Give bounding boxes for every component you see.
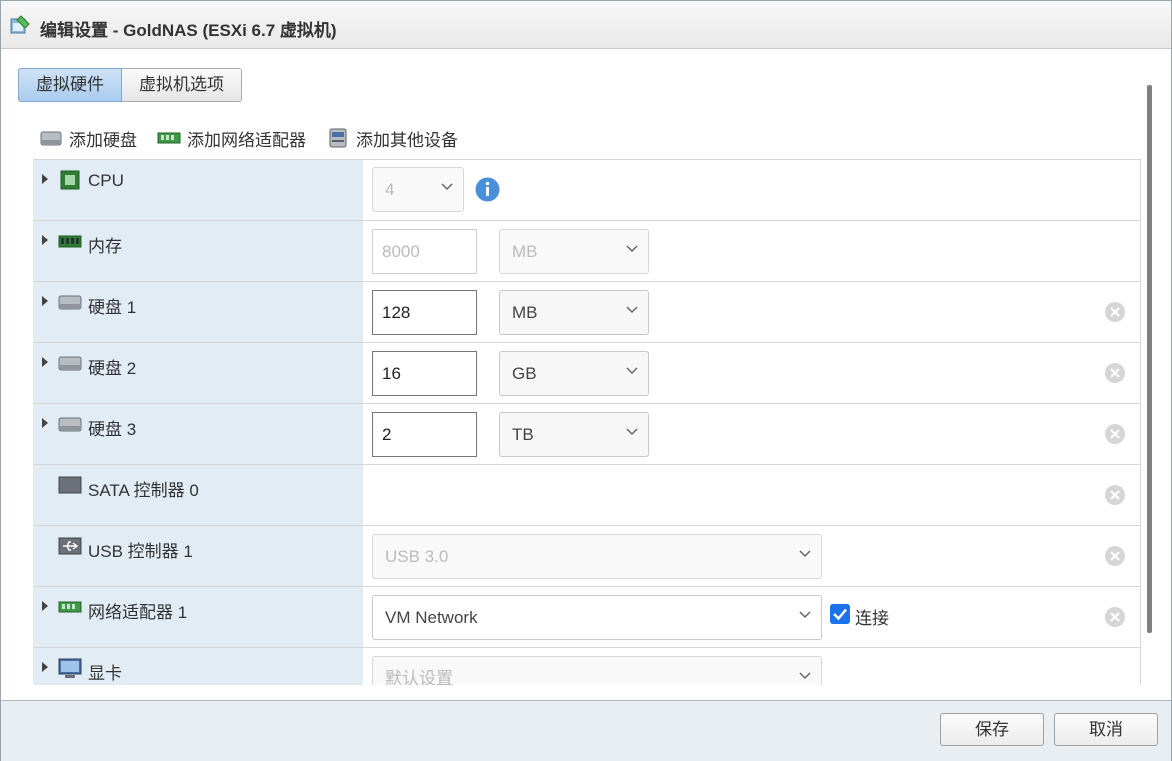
display-icon (58, 658, 82, 678)
device-row-harddisk-2: 硬盘 2 16 GB (33, 343, 1141, 404)
device-label: 硬盘 1 (88, 298, 137, 317)
expand-caret-icon[interactable] (42, 296, 48, 306)
connect-label: 连接 (855, 609, 889, 628)
device-row-usb-controller: USB 控制器 1 USB 3.0 (33, 526, 1141, 587)
info-icon[interactable] (475, 177, 500, 202)
add-network-adapter-label: 添加网络适配器 (187, 130, 306, 150)
device-label: 硬盘 3 (88, 420, 137, 439)
device-row-cpu: CPU 4 (33, 160, 1141, 221)
chevron-down-icon (441, 183, 453, 191)
chevron-down-icon (626, 367, 638, 375)
harddisk-3-unit-select[interactable]: TB (499, 412, 649, 457)
remove-device-icon[interactable] (1104, 484, 1126, 506)
sata-icon (58, 476, 82, 494)
other-device-icon (329, 128, 347, 148)
memory-size-input[interactable]: 8000 (372, 229, 477, 274)
harddisk-icon (58, 356, 82, 371)
add-other-device-label: 添加其他设备 (356, 130, 458, 150)
harddisk-3-size-input[interactable]: 2 (372, 412, 477, 457)
add-network-adapter-button[interactable]: 添加网络适配器 (157, 125, 306, 151)
network-adapter-icon (58, 601, 82, 613)
cpu-icon (60, 170, 80, 190)
chevron-down-icon (626, 245, 638, 253)
expand-caret-icon[interactable] (42, 235, 48, 245)
device-label: USB 控制器 1 (88, 542, 193, 561)
cpu-count-select[interactable]: 4 (372, 167, 464, 212)
memory-unit-select[interactable]: MB (499, 229, 649, 274)
add-harddisk-button[interactable]: 添加硬盘 (39, 125, 137, 151)
expand-caret-icon[interactable] (42, 601, 48, 611)
network-adapter-icon (157, 132, 181, 144)
harddisk-icon (58, 295, 82, 310)
harddisk-1-unit-select[interactable]: MB (499, 290, 649, 335)
network-select[interactable]: VM Network (372, 595, 822, 640)
remove-device-icon[interactable] (1104, 301, 1126, 323)
add-other-device-button[interactable]: 添加其他设备 (326, 125, 458, 151)
device-label: 显卡 (88, 664, 122, 683)
tab-bar: 虚拟硬件 虚拟机选项 (18, 68, 242, 102)
display-settings-select[interactable]: 默认设置 (372, 656, 822, 685)
chevron-down-icon (626, 428, 638, 436)
dialog-title: 编辑设置 - GoldNAS (ESXi 6.7 虚拟机) (40, 21, 337, 40)
chevron-down-icon (626, 306, 638, 314)
connect-checkbox[interactable] (830, 604, 850, 624)
remove-device-icon[interactable] (1104, 362, 1126, 384)
cancel-button[interactable]: 取消 (1054, 713, 1158, 746)
chevron-down-icon (799, 550, 811, 558)
harddisk-icon (40, 131, 62, 146)
tab-vm-options[interactable]: 虚拟机选项 (122, 68, 242, 102)
harddisk-2-size-input[interactable]: 16 (372, 351, 477, 396)
memory-icon (58, 235, 82, 248)
dialog-footer: 保存 取消 (1, 700, 1171, 761)
usb-icon (58, 537, 82, 555)
device-row-network-adapter: 网络适配器 1 VM Network 连接 (33, 587, 1141, 648)
remove-device-icon[interactable] (1104, 423, 1126, 445)
expand-caret-icon[interactable] (42, 662, 48, 672)
vm-edit-icon (10, 15, 30, 34)
chevron-down-icon (799, 611, 811, 619)
device-label: 内存 (88, 237, 122, 256)
device-row-harddisk-3: 硬盘 3 2 TB (33, 404, 1141, 465)
scrollbar[interactable] (1147, 85, 1152, 633)
remove-device-icon[interactable] (1104, 545, 1126, 567)
hardware-grid: CPU 4 内存 8000 MB 硬盘 1 128 MB 硬盘 2 16 GB … (33, 159, 1141, 685)
device-row-memory: 内存 8000 MB (33, 221, 1141, 282)
device-row-display: 显卡 默认设置 (33, 648, 1141, 685)
title-bar: 编辑设置 - GoldNAS (ESXi 6.7 虚拟机) (1, 1, 1171, 49)
tab-virtual-hardware[interactable]: 虚拟硬件 (18, 68, 122, 102)
usb-type-select[interactable]: USB 3.0 (372, 534, 822, 579)
device-label: CPU (88, 171, 124, 190)
device-row-sata-controller: SATA 控制器 0 (33, 465, 1141, 526)
chevron-down-icon (799, 672, 811, 680)
remove-device-icon[interactable] (1104, 606, 1126, 628)
harddisk-1-size-input[interactable]: 128 (372, 290, 477, 335)
save-button[interactable]: 保存 (940, 713, 1044, 746)
device-label: SATA 控制器 0 (88, 481, 199, 500)
harddisk-2-unit-select[interactable]: GB (499, 351, 649, 396)
expand-caret-icon[interactable] (42, 357, 48, 367)
device-label: 网络适配器 1 (88, 603, 188, 622)
device-toolbar: 添加硬盘 添加网络适配器 添加其他设备 (39, 125, 458, 151)
edit-settings-dialog: 编辑设置 - GoldNAS (ESXi 6.7 虚拟机) 虚拟硬件 虚拟机选项… (0, 0, 1172, 761)
expand-caret-icon[interactable] (42, 418, 48, 428)
expand-caret-icon[interactable] (42, 174, 48, 184)
device-label: 硬盘 2 (88, 359, 137, 378)
add-harddisk-label: 添加硬盘 (69, 130, 137, 150)
device-row-harddisk-1: 硬盘 1 128 MB (33, 282, 1141, 343)
harddisk-icon (58, 417, 82, 432)
